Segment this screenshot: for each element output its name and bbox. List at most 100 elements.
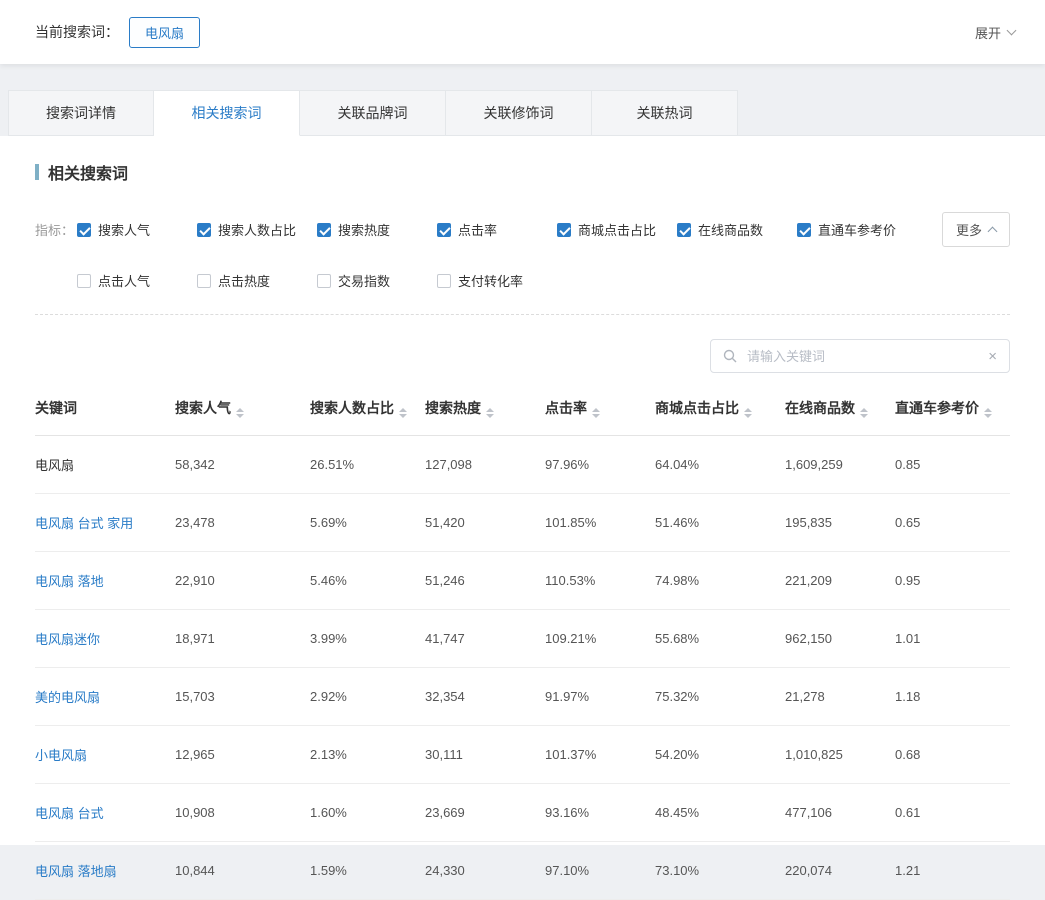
filter-ztc-reference-price[interactable]: 直通车参考价 bbox=[797, 220, 917, 239]
chevron-up-icon bbox=[988, 226, 998, 236]
col-header-ztc-reference-price[interactable]: 直通车参考价 bbox=[895, 381, 1010, 436]
filter-pay-conversion[interactable]: 支付转化率 bbox=[437, 271, 557, 290]
filter-row-2: 点击人气 点击热度 交易指数 支付转化率 bbox=[35, 271, 1010, 290]
value-cell: 110.53% bbox=[545, 552, 655, 610]
filter-mall-click-ratio[interactable]: 商城点击占比 bbox=[557, 220, 677, 239]
value-cell: 21,278 bbox=[785, 668, 895, 726]
table-row: 美的电风扇 15,703 2.92% 32,354 91.97% 75.32% … bbox=[35, 668, 1010, 726]
sort-icon[interactable] bbox=[984, 408, 992, 418]
value-cell: 10,908 bbox=[175, 784, 310, 842]
value-cell: 1.01 bbox=[895, 610, 1010, 668]
checkbox-icon bbox=[797, 223, 811, 237]
checkbox-icon bbox=[317, 274, 331, 288]
tab-related-hot-terms[interactable]: 关联热词 bbox=[592, 90, 738, 136]
tab-related-modifier-terms[interactable]: 关联修饰词 bbox=[446, 90, 592, 136]
value-cell: 127,098 bbox=[425, 436, 545, 494]
expand-toggle[interactable]: 展开 bbox=[975, 23, 1015, 42]
chevron-down-icon bbox=[1007, 26, 1017, 36]
keyword-cell[interactable]: 电风扇 台式 bbox=[35, 784, 175, 842]
keyword-cell[interactable]: 电风扇 台式 家用 bbox=[35, 494, 175, 552]
filter-label: 点击人气 bbox=[98, 271, 150, 290]
value-cell: 48.45% bbox=[655, 784, 785, 842]
keyword-cell[interactable]: 电风扇 落地 bbox=[35, 552, 175, 610]
checkbox-icon bbox=[437, 274, 451, 288]
table-row: 小电风扇 12,965 2.13% 30,111 101.37% 54.20% … bbox=[35, 726, 1010, 784]
value-cell: 109.21% bbox=[545, 610, 655, 668]
more-button[interactable]: 更多 bbox=[942, 212, 1010, 247]
value-cell: 962,150 bbox=[785, 610, 895, 668]
filter-trade-index[interactable]: 交易指数 bbox=[317, 271, 437, 290]
value-cell: 1,010,825 bbox=[785, 726, 895, 784]
filter-label: 交易指数 bbox=[338, 271, 390, 290]
filter-label: 搜索人数占比 bbox=[218, 220, 296, 239]
filter-click-popularity[interactable]: 点击人气 bbox=[77, 271, 197, 290]
value-cell: 2.92% bbox=[310, 668, 425, 726]
checkbox-icon bbox=[557, 223, 571, 237]
tab-related-brand-terms[interactable]: 关联品牌词 bbox=[300, 90, 446, 136]
value-cell: 1.21 bbox=[895, 842, 1010, 900]
filter-label: 点击率 bbox=[458, 220, 497, 239]
filter-click-rate[interactable]: 点击率 bbox=[437, 220, 557, 239]
filter-label: 直通车参考价 bbox=[818, 220, 896, 239]
keyword-cell[interactable]: 电风扇 bbox=[35, 436, 175, 494]
filter-label: 点击热度 bbox=[218, 271, 270, 290]
filter-online-products[interactable]: 在线商品数 bbox=[677, 220, 797, 239]
value-cell: 1.59% bbox=[310, 842, 425, 900]
value-cell: 22,910 bbox=[175, 552, 310, 610]
sort-icon[interactable] bbox=[860, 408, 868, 418]
value-cell: 51,246 bbox=[425, 552, 545, 610]
col-header-search-user-ratio[interactable]: 搜索人数占比 bbox=[310, 381, 425, 436]
search-term-tag[interactable]: 电风扇 bbox=[129, 17, 200, 48]
search-input[interactable] bbox=[745, 348, 980, 365]
col-header-search-popularity[interactable]: 搜索人气 bbox=[175, 381, 310, 436]
sort-icon[interactable] bbox=[744, 408, 752, 418]
search-icon bbox=[723, 349, 737, 363]
expand-label: 展开 bbox=[975, 23, 1001, 42]
value-cell: 195,835 bbox=[785, 494, 895, 552]
checkbox-icon bbox=[677, 223, 691, 237]
tab-search-term-detail[interactable]: 搜索词详情 bbox=[8, 90, 154, 136]
col-header-click-rate[interactable]: 点击率 bbox=[545, 381, 655, 436]
table-row: 电风扇 落地 22,910 5.46% 51,246 110.53% 74.98… bbox=[35, 552, 1010, 610]
keyword-cell[interactable]: 电风扇 落地扇 bbox=[35, 842, 175, 900]
tab-related-search-terms[interactable]: 相关搜索词 bbox=[154, 90, 300, 136]
sort-icon[interactable] bbox=[486, 408, 494, 418]
keyword-cell[interactable]: 电风扇迷你 bbox=[35, 610, 175, 668]
value-cell: 18,971 bbox=[175, 610, 310, 668]
col-header-keyword: 关键词 bbox=[35, 381, 175, 436]
filter-search-popularity[interactable]: 搜索人气 bbox=[77, 220, 197, 239]
keyword-cell[interactable]: 小电风扇 bbox=[35, 726, 175, 784]
value-cell: 23,669 bbox=[425, 784, 545, 842]
sort-icon[interactable] bbox=[236, 408, 244, 418]
filter-label: 在线商品数 bbox=[698, 220, 763, 239]
section-header: 相关搜索词 bbox=[0, 136, 1045, 184]
section-marker bbox=[35, 164, 39, 180]
keyword-search-box[interactable]: × bbox=[710, 339, 1010, 373]
value-cell: 0.61 bbox=[895, 784, 1010, 842]
sort-icon[interactable] bbox=[592, 408, 600, 418]
value-cell: 101.37% bbox=[545, 726, 655, 784]
value-cell: 26.51% bbox=[310, 436, 425, 494]
value-cell: 41,747 bbox=[425, 610, 545, 668]
value-cell: 55.68% bbox=[655, 610, 785, 668]
filter-click-heat[interactable]: 点击热度 bbox=[197, 271, 317, 290]
filter-search-user-ratio[interactable]: 搜索人数占比 bbox=[197, 220, 317, 239]
sort-icon[interactable] bbox=[399, 408, 407, 418]
checkbox-icon bbox=[77, 223, 91, 237]
col-header-search-heat[interactable]: 搜索热度 bbox=[425, 381, 545, 436]
metric-filters: 指标： 搜索人气 搜索人数占比 搜索热度 点击率 商城点击占比 bbox=[35, 212, 1010, 315]
value-cell: 5.69% bbox=[310, 494, 425, 552]
value-cell: 477,106 bbox=[785, 784, 895, 842]
keyword-cell[interactable]: 美的电风扇 bbox=[35, 668, 175, 726]
main-content: 相关搜索词 指标： 搜索人气 搜索人数占比 搜索热度 点击率 bbox=[0, 136, 1045, 845]
filter-search-heat[interactable]: 搜索热度 bbox=[317, 220, 437, 239]
checkbox-icon bbox=[197, 274, 211, 288]
col-header-mall-click-ratio[interactable]: 商城点击占比 bbox=[655, 381, 785, 436]
clear-icon[interactable]: × bbox=[988, 349, 997, 364]
value-cell: 58,342 bbox=[175, 436, 310, 494]
current-search-label: 当前搜索词： bbox=[35, 22, 119, 42]
value-cell: 30,111 bbox=[425, 726, 545, 784]
col-header-online-products[interactable]: 在线商品数 bbox=[785, 381, 895, 436]
filter-label: 搜索人气 bbox=[98, 220, 150, 239]
checkbox-icon bbox=[197, 223, 211, 237]
